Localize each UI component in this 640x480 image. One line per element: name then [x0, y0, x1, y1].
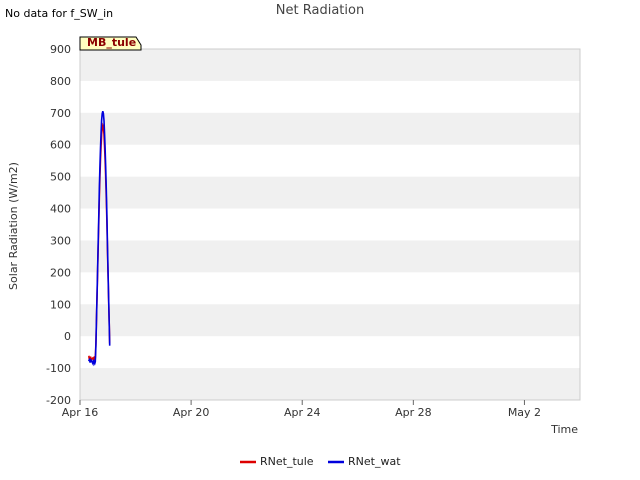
band: [80, 304, 580, 337]
x-tick-label: May 2: [508, 406, 541, 419]
x-tick-label: Apr 24: [284, 406, 321, 419]
plot-frame: [79, 48, 581, 401]
background-bands: [80, 49, 580, 400]
y-tick-label: 600: [50, 139, 71, 152]
y-tick-label: 800: [50, 75, 71, 88]
y-tick-label: 400: [50, 203, 71, 216]
y-tick-label: 500: [50, 171, 71, 184]
site-label-box: MB_tule: [79, 36, 142, 51]
net-radiation-chart: -200-1000100200300400500600700800900 Apr…: [7, 36, 581, 468]
site-label: MB_tule: [87, 36, 136, 49]
y-tick-label: 100: [50, 298, 71, 311]
x-axis-ticks: Apr 16 Apr 20 Apr 24 Apr 28 May 2: [62, 400, 541, 419]
x-axis-label: Time: [550, 423, 578, 436]
y-axis-ticks: -200-1000100200300400500600700800900: [46, 43, 71, 407]
y-axis-label: Solar Radiation (W/m2): [7, 162, 20, 290]
legend-label-rnet-tule: RNet_tule: [260, 455, 314, 468]
x-tick-label: Apr 20: [173, 406, 210, 419]
legend-label-rnet-wat: RNet_wat: [348, 455, 401, 468]
band: [80, 112, 580, 145]
legend: RNet_tule RNet_wat: [240, 455, 401, 468]
y-tick-label: 700: [50, 107, 71, 120]
y-tick-label: 900: [50, 43, 71, 56]
y-tick-label: -100: [46, 362, 71, 375]
band: [80, 240, 580, 273]
band: [80, 176, 580, 209]
y-tick-label: 200: [50, 266, 71, 279]
y-tick-label: 300: [50, 234, 71, 247]
band: [80, 368, 580, 400]
band: [80, 49, 580, 81]
y-tick-label: 0: [64, 330, 71, 343]
x-tick-label: Apr 28: [395, 406, 432, 419]
x-tick-label: Apr 16: [62, 406, 99, 419]
